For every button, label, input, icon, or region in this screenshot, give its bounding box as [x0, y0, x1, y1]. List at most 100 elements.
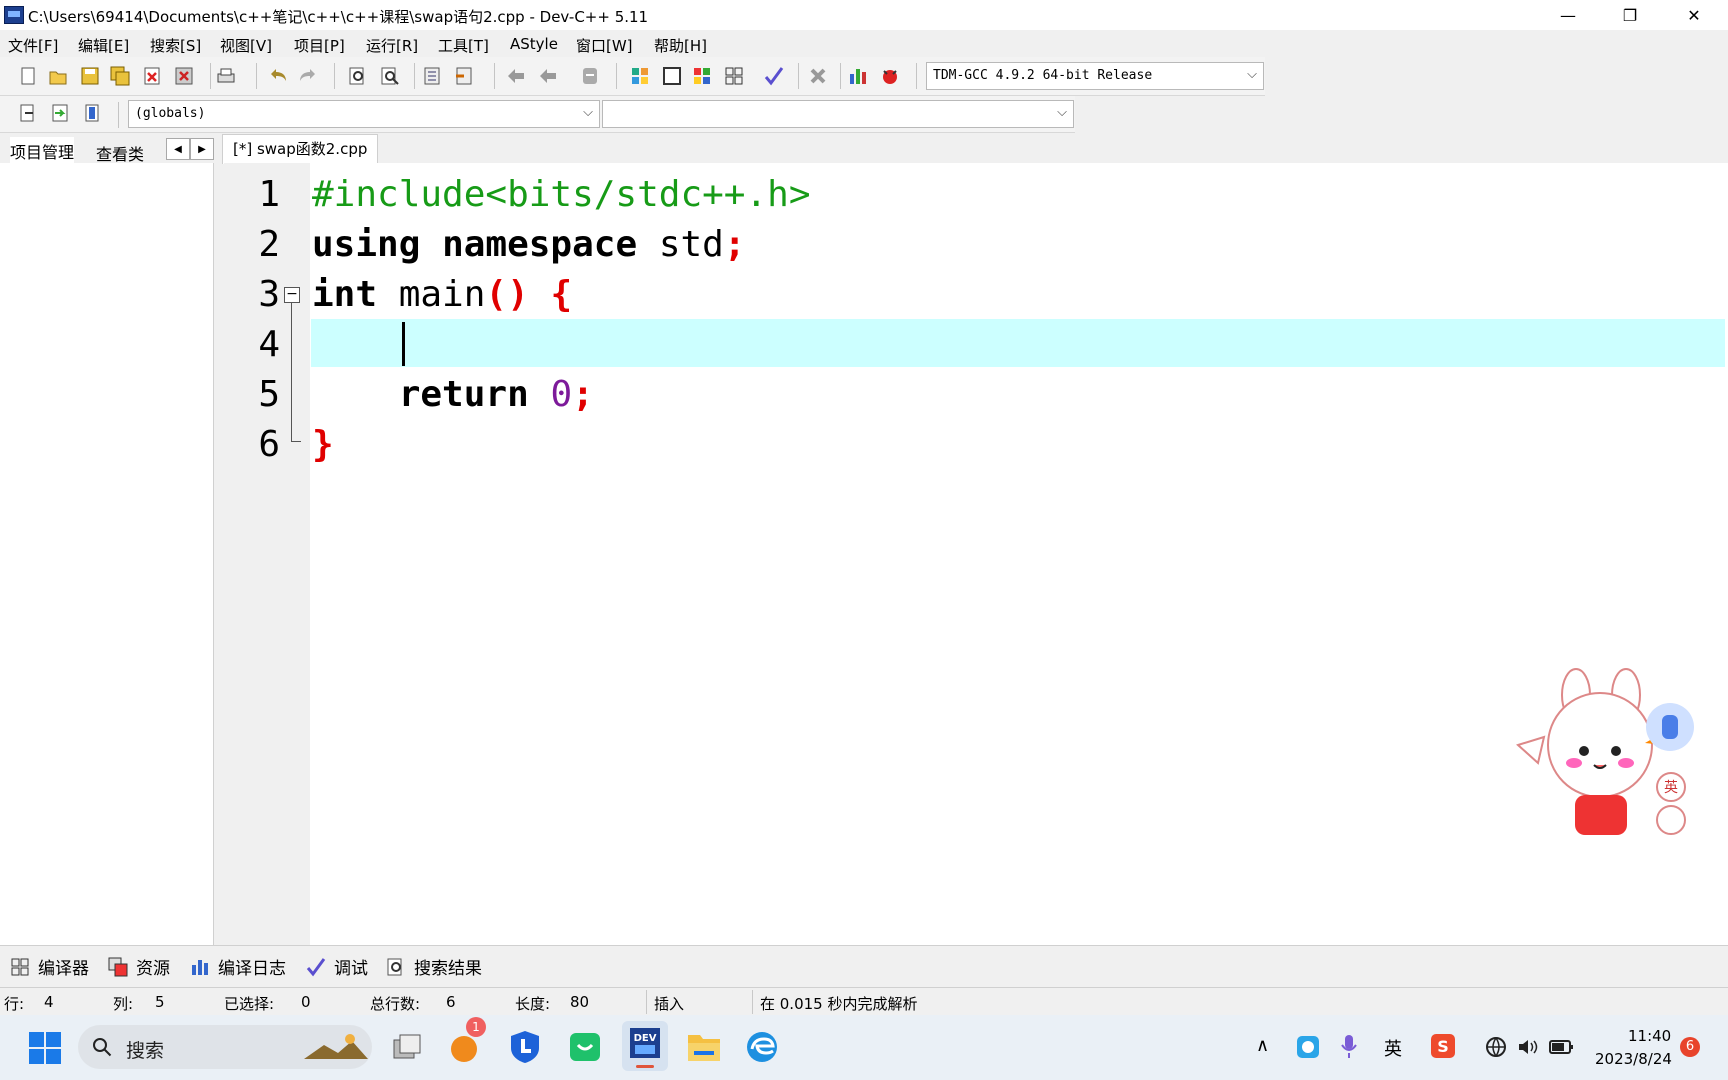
- menu-project[interactable]: 项目[P]: [294, 35, 345, 56]
- file-explorer-icon[interactable]: [686, 1031, 722, 1063]
- close-file-icon[interactable]: [142, 66, 162, 86]
- abort-icon[interactable]: [808, 66, 828, 86]
- scope-select[interactable]: (globals) ⌵: [128, 100, 600, 128]
- window-title: C:\Users\69414\Documents\c++笔记\c++\c++课程…: [28, 8, 649, 26]
- goto-next-icon[interactable]: [538, 66, 558, 86]
- indent-icon[interactable]: [422, 66, 442, 86]
- tab-compiler-label: 编译器: [38, 959, 89, 979]
- code-line: return 0;: [312, 371, 594, 419]
- clock-date[interactable]: 2023/8/24: [1595, 1050, 1672, 1068]
- tray-volume-icon[interactable]: [1516, 1035, 1540, 1059]
- notification-center-badge[interactable]: 6: [1680, 1037, 1700, 1057]
- taskbar-green-app-icon[interactable]: [568, 1029, 602, 1065]
- insert-icon[interactable]: [18, 103, 38, 123]
- tray-overflow-chevron-icon[interactable]: ∧: [1256, 1035, 1269, 1056]
- close-all-icon[interactable]: [174, 66, 194, 86]
- function-select[interactable]: ⌵: [602, 100, 1074, 128]
- toolbar-separator: [414, 63, 415, 89]
- tab-scroll-right-button[interactable]: ▶: [190, 138, 214, 160]
- code-token: ;: [572, 374, 594, 415]
- toolbar-separator: [916, 63, 917, 89]
- compile-icon[interactable]: [692, 66, 712, 86]
- taskbar-search-box[interactable]: 搜索: [78, 1025, 372, 1069]
- toolbar-separator: [334, 63, 335, 89]
- chevron-down-icon: ⌵: [1247, 67, 1257, 82]
- tab-project-manager[interactable]: 项目管理: [10, 137, 75, 165]
- menu-search[interactable]: 搜索[S]: [150, 35, 201, 56]
- toolbar-separator: [256, 63, 257, 89]
- taskbar-search-placeholder: 搜索: [126, 1040, 165, 1062]
- compiler-select[interactable]: TDM-GCC 4.9.2 64-bit Release ⌵: [926, 62, 1264, 90]
- menu-tools[interactable]: 工具[T]: [438, 35, 489, 56]
- menu-astyle[interactable]: AStyle: [510, 35, 558, 53]
- tray-network-globe-icon[interactable]: [1484, 1035, 1508, 1059]
- chevron-down-icon: ⌵: [583, 105, 593, 120]
- code-token: main: [377, 274, 486, 315]
- menu-window[interactable]: 窗口[W]: [576, 35, 633, 56]
- toggle-bookmark-icon[interactable]: [82, 103, 102, 123]
- menu-run[interactable]: 运行[R]: [366, 35, 418, 56]
- editor-file-tab[interactable]: [*] swap函数2.cpp: [222, 134, 379, 164]
- fold-collapse-icon[interactable]: −: [284, 287, 300, 303]
- tray-chat-icon[interactable]: [1296, 1035, 1320, 1059]
- run-icon[interactable]: [724, 66, 744, 86]
- tab-resources[interactable]: 资源: [108, 954, 170, 979]
- new-file-icon[interactable]: [18, 66, 38, 86]
- save-all-icon[interactable]: [110, 66, 130, 86]
- task-view-icon[interactable]: [390, 1031, 424, 1065]
- tab-scroll-left-button[interactable]: ◀: [166, 138, 190, 160]
- taskbar-shield-app-icon[interactable]: [508, 1029, 542, 1065]
- project-panel: [0, 163, 214, 945]
- undo-icon[interactable]: [268, 66, 288, 86]
- clock-time[interactable]: 11:40: [1628, 1027, 1671, 1045]
- print-icon[interactable]: [216, 66, 236, 86]
- menu-edit[interactable]: 编辑[E]: [78, 35, 129, 56]
- save-icon[interactable]: [80, 66, 100, 86]
- tray-microphone-icon[interactable]: [1340, 1033, 1358, 1059]
- menu-help[interactable]: 帮助[H]: [654, 35, 707, 56]
- tab-resources-label: 资源: [136, 959, 170, 979]
- tab-search-results[interactable]: 搜索结果: [386, 954, 482, 979]
- line-number: 2: [258, 224, 280, 265]
- line-number: 4: [258, 324, 280, 365]
- minimize-button[interactable]: —: [1538, 0, 1598, 30]
- menu-file[interactable]: 文件[F]: [8, 35, 58, 56]
- new-project-icon[interactable]: [630, 66, 650, 86]
- line-number: 5: [258, 374, 280, 415]
- profile-chart-icon[interactable]: [848, 66, 868, 86]
- tab-debug[interactable]: 调试: [306, 954, 368, 979]
- restore-button[interactable]: ❐: [1600, 0, 1660, 30]
- tray-ime-language[interactable]: 英: [1384, 1035, 1402, 1061]
- tray-sogou-input-icon[interactable]: S: [1430, 1033, 1456, 1059]
- debug-icon[interactable]: [880, 66, 900, 86]
- redo-icon[interactable]: [298, 66, 318, 86]
- replace-icon[interactable]: [380, 66, 400, 86]
- tray-battery-icon[interactable]: [1548, 1035, 1574, 1059]
- chart-icon: [192, 959, 208, 975]
- edge-browser-icon[interactable]: [744, 1029, 780, 1065]
- status-insert-mode: 插入: [654, 995, 685, 1013]
- taskbar-devcpp-active[interactable]: DEV: [622, 1021, 668, 1071]
- goto-prev-icon[interactable]: [506, 66, 526, 86]
- svg-text:S: S: [1437, 1037, 1449, 1056]
- open-file-icon[interactable]: [48, 66, 68, 86]
- fold-guide: [291, 302, 292, 442]
- close-button[interactable]: ✕: [1664, 0, 1724, 30]
- goto-bookmark-icon[interactable]: [50, 103, 70, 123]
- syntax-check-icon[interactable]: [764, 66, 784, 86]
- resources-icon: [108, 957, 128, 976]
- tab-compiler[interactable]: 编译器: [10, 954, 89, 979]
- find-icon[interactable]: [348, 66, 368, 86]
- ime-mascot-widget[interactable]: 英: [1480, 665, 1710, 845]
- windows-start-icon[interactable]: [28, 1031, 62, 1065]
- windows-taskbar: 搜索 1 DEV ∧ 英 S 11:40 2023/8/24 6: [0, 1015, 1728, 1080]
- tab-search-results-label: 搜索结果: [414, 959, 482, 979]
- unindent-icon[interactable]: [454, 66, 474, 86]
- tab-compile-log[interactable]: 编译日志: [190, 954, 286, 979]
- code-token: int: [312, 274, 378, 315]
- bookmark-icon[interactable]: [580, 66, 600, 86]
- menu-view[interactable]: 视图[V]: [220, 35, 272, 56]
- window-icon[interactable]: [662, 66, 682, 86]
